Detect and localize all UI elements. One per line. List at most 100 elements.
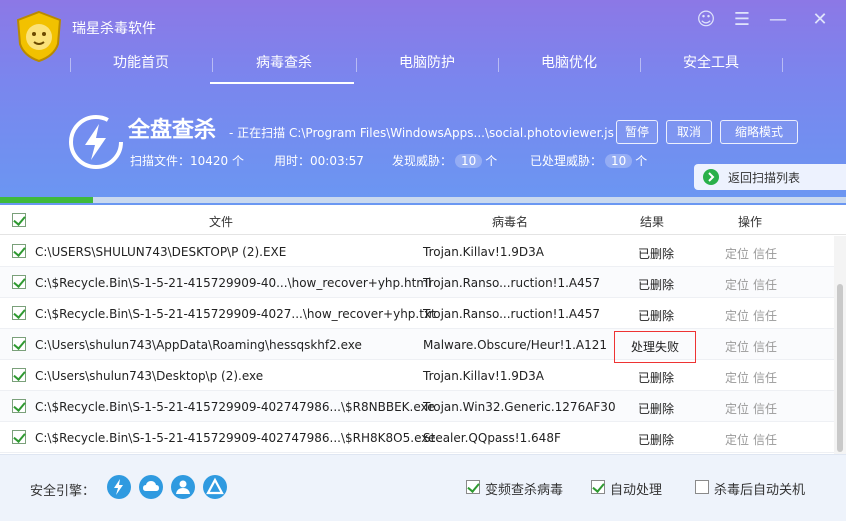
virus-name: Trojan.Killav!1.9D3A xyxy=(423,245,544,259)
table-row[interactable]: C:\Users\shulun743\Desktop\p (2).exe Troj… xyxy=(0,360,834,391)
stat-value: 10 xyxy=(455,154,483,168)
table-row[interactable]: C:\$Recycle.Bin\S-1-5-21-415729909-4027.… xyxy=(0,298,834,329)
stat-unit: 个 xyxy=(635,154,648,168)
close-icon[interactable]: ✕ xyxy=(808,8,832,32)
option-checkbox[interactable] xyxy=(466,480,480,494)
stat-threats-handled: 已处理威胁： 10 个 xyxy=(530,152,647,169)
trust-link[interactable]: 信任 xyxy=(753,307,777,324)
nav-item-home[interactable]: 功能首页 xyxy=(72,48,210,86)
locate-link[interactable]: 定位 xyxy=(725,431,749,448)
triangle-engine-icon[interactable] xyxy=(203,475,227,499)
file-path: C:\$Recycle.Bin\S-1-5-21-415729909-4027.… xyxy=(35,307,436,321)
main-nav: 功能首页 病毒查杀 电脑防护 电脑优化 安全工具 xyxy=(0,48,846,86)
file-path: C:\$Recycle.Bin\S-1-5-21-415729909-40274… xyxy=(35,431,436,445)
stat-value: 10420 xyxy=(190,154,229,168)
cancel-button[interactable]: 取消 xyxy=(666,120,712,144)
virus-name: Trojan.Ranso...ruction!1.A457 xyxy=(423,276,601,290)
nav-item-virus-scan[interactable]: 病毒查杀 xyxy=(214,48,354,86)
option-label: 变频查杀病毒 xyxy=(485,483,564,498)
select-all-checkbox[interactable] xyxy=(12,213,26,227)
option-checkbox[interactable] xyxy=(591,480,605,494)
nav-separator xyxy=(356,58,357,72)
virus-name: Trojan.Killav!1.9D3A xyxy=(423,369,544,383)
scan-progress-fill xyxy=(0,197,94,203)
row-checkbox[interactable] xyxy=(12,430,26,444)
trust-link[interactable]: 信任 xyxy=(753,276,777,293)
option-label: 自动处理 xyxy=(610,483,663,498)
back-to-scan-list-button[interactable]: 返回扫描列表 xyxy=(694,164,846,190)
stat-label: 扫描文件： xyxy=(130,154,191,168)
virus-name: Stealer.QQpass!1.648F xyxy=(423,431,561,445)
nav-separator xyxy=(212,58,213,72)
locate-link[interactable]: 定位 xyxy=(725,276,749,293)
row-checkbox[interactable] xyxy=(12,275,26,289)
table-row[interactable]: C:\$Recycle.Bin\S-1-5-21-415729909-40...… xyxy=(0,267,834,298)
column-header-file: 文件 xyxy=(209,215,234,229)
option-checkbox[interactable] xyxy=(695,480,709,494)
locate-link[interactable]: 定位 xyxy=(725,369,749,386)
file-path: C:\$Recycle.Bin\S-1-5-21-415729909-40274… xyxy=(35,400,435,414)
stat-value: 00:03:57 xyxy=(310,154,364,168)
trust-link[interactable]: 信任 xyxy=(753,369,777,386)
scrollbar-thumb[interactable] xyxy=(837,284,843,452)
row-checkbox[interactable] xyxy=(12,399,26,413)
virus-name: Trojan.Ranso...ruction!1.A457 xyxy=(423,307,601,321)
scan-result: 已删除 xyxy=(638,309,675,323)
nav-item-protection[interactable]: 电脑防护 xyxy=(358,48,496,86)
results-scrollbar[interactable] xyxy=(834,236,846,454)
table-row[interactable]: C:\USERS\SHULUN743\DESKTOP\P (2).EXE Troj… xyxy=(0,236,834,267)
minimize-icon[interactable]: — xyxy=(766,8,790,32)
app-title: 瑞星杀毒软件 xyxy=(72,21,156,37)
menu-icon[interactable]: ☰ xyxy=(730,8,754,32)
scan-result: 已删除 xyxy=(638,433,675,447)
scan-result: 已删除 xyxy=(638,247,675,261)
mini-mode-button[interactable]: 缩略模式 xyxy=(720,120,798,144)
table-row[interactable]: C:\$Recycle.Bin\S-1-5-21-415729909-40274… xyxy=(0,391,834,422)
column-header-result: 结果 xyxy=(640,215,665,229)
row-checkbox[interactable] xyxy=(12,337,26,351)
table-row[interactable]: C:\$Recycle.Bin\S-1-5-21-415729909-40274… xyxy=(0,422,834,453)
locate-link[interactable]: 定位 xyxy=(725,338,749,355)
stat-label: 已处理威胁： xyxy=(530,154,603,168)
stat-unit: 个 xyxy=(485,154,498,168)
nav-separator xyxy=(498,58,499,72)
results-table-body: C:\USERS\SHULUN743\DESKTOP\P (2).EXE Troj… xyxy=(0,236,834,454)
virus-name: Trojan.Win32.Generic.1276AF30 xyxy=(423,400,616,414)
row-checkbox[interactable] xyxy=(12,306,26,320)
column-header-action: 操作 xyxy=(738,215,763,229)
locate-link[interactable]: 定位 xyxy=(725,400,749,417)
trust-link[interactable]: 信任 xyxy=(753,431,777,448)
footer: 安全引擎： 变频查杀病毒 自动处理 杀毒后自动关机 xyxy=(0,454,846,521)
table-row[interactable]: C:\Users\shulun743\AppData\Roaming\hessq… xyxy=(0,329,834,363)
user-engine-icon[interactable] xyxy=(171,475,195,499)
cloud-engine-icon[interactable] xyxy=(139,475,163,499)
stat-elapsed-time: 用时：00:03:57 xyxy=(274,152,364,169)
stat-threats-found: 发现威胁： 10 个 xyxy=(392,152,497,169)
nav-item-optimize[interactable]: 电脑优化 xyxy=(500,48,638,86)
trust-link[interactable]: 信任 xyxy=(753,245,777,262)
lightning-engine-icon[interactable] xyxy=(107,475,131,499)
virus-name: Malware.Obscure/Heur!1.A121 xyxy=(423,338,608,352)
stat-unit: 个 xyxy=(232,154,245,168)
pause-button[interactable]: 暂停 xyxy=(616,120,658,144)
scan-status-text: - 正在扫描 C:\Program Files\WindowsApps...\s… xyxy=(229,126,614,140)
nav-item-tools[interactable]: 安全工具 xyxy=(642,48,780,86)
stat-scanned-files: 扫描文件：10420 个 xyxy=(130,152,244,169)
column-header-virus: 病毒名 xyxy=(492,215,529,229)
user-icon[interactable]: ☺ xyxy=(694,8,718,32)
failed-result-highlight xyxy=(614,331,696,363)
locate-link[interactable]: 定位 xyxy=(725,245,749,262)
file-path: C:\Users\shulun743\AppData\Roaming\hessq… xyxy=(35,338,362,352)
row-checkbox[interactable] xyxy=(12,368,26,382)
trust-link[interactable]: 信任 xyxy=(753,338,777,355)
file-path: C:\USERS\SHULUN743\DESKTOP\P (2).EXE xyxy=(35,245,287,259)
option-label: 杀毒后自动关机 xyxy=(714,483,806,498)
file-path: C:\$Recycle.Bin\S-1-5-21-415729909-40...… xyxy=(35,276,432,290)
nav-active-indicator xyxy=(210,82,354,84)
trust-link[interactable]: 信任 xyxy=(753,400,777,417)
header: 瑞星杀毒软件 ☺ ☰ — ✕ 功能首页 病毒查杀 电脑防护 电脑优化 安全工具 … xyxy=(0,0,846,205)
row-checkbox[interactable] xyxy=(12,244,26,258)
locate-link[interactable]: 定位 xyxy=(725,307,749,324)
back-to-scan-list-label: 返回扫描列表 xyxy=(728,171,801,185)
stat-label: 用时： xyxy=(274,154,311,168)
